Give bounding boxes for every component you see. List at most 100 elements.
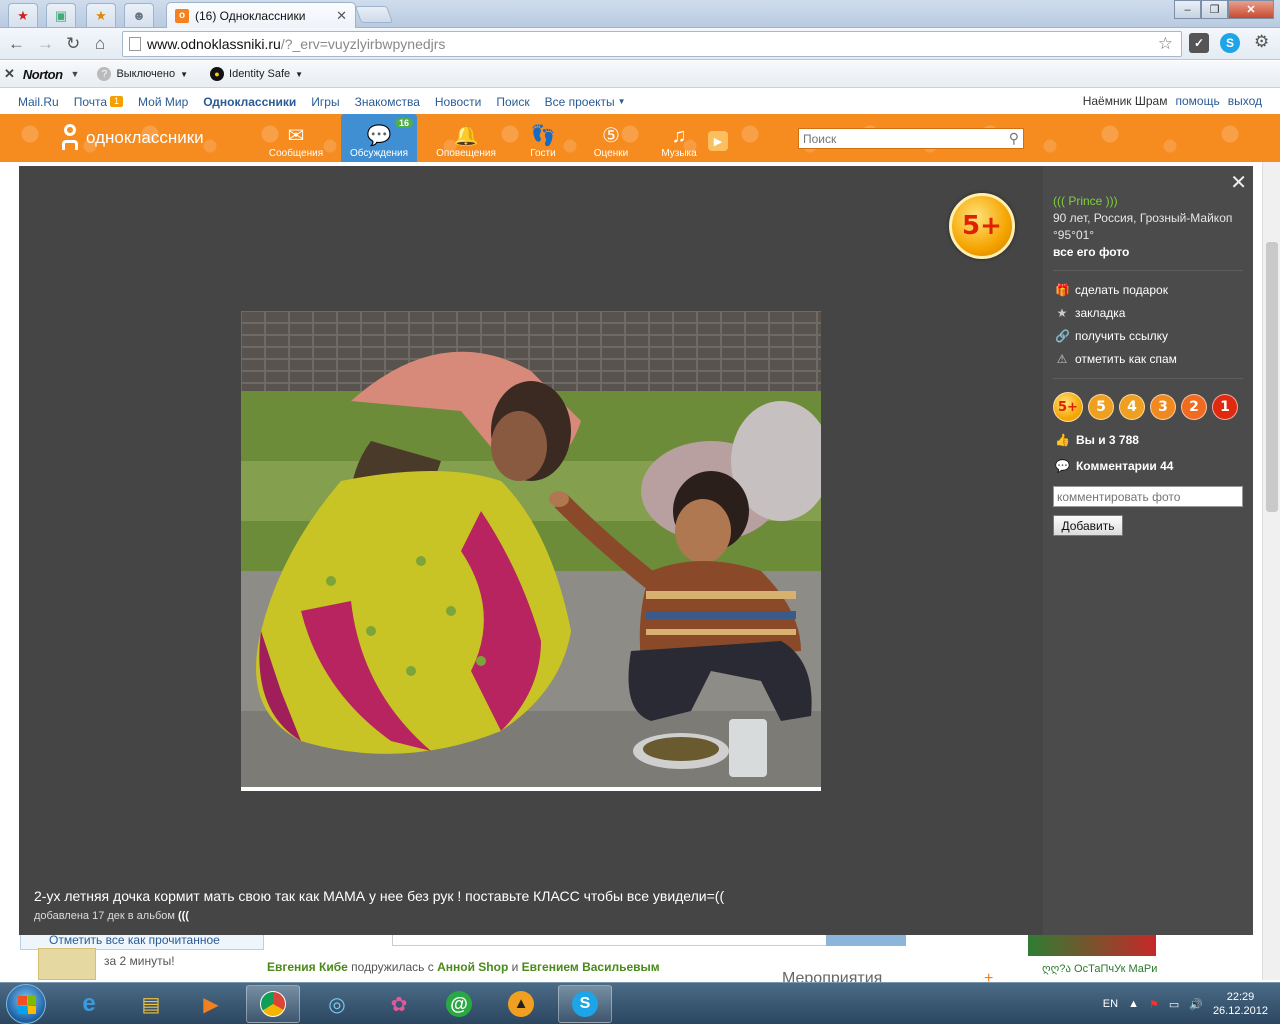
- link-mail[interactable]: Почта 1: [74, 95, 124, 109]
- search-input[interactable]: [803, 131, 1009, 146]
- nav-music[interactable]: ♫ Музыка: [654, 114, 704, 162]
- feed-user-2[interactable]: Анной Shop: [437, 960, 508, 974]
- nav-discussions[interactable]: 💬 16 Обсуждения: [341, 114, 417, 162]
- picasa-icon[interactable]: ✿: [372, 985, 426, 1023]
- browser-toolbar: ← → ↻ ⌂ www.odnoklassniki.ru/?_erv=vuyzl…: [0, 28, 1280, 60]
- show-hidden-icons-icon[interactable]: ▲: [1128, 998, 1139, 1010]
- skype-extension-icon[interactable]: S: [1220, 33, 1240, 53]
- promo-image[interactable]: [38, 948, 96, 980]
- comment-input[interactable]: [1053, 486, 1243, 507]
- feed-user-3[interactable]: Евгением Васильевым: [522, 960, 660, 974]
- photo-viewer: 5+ 2-ух летняя дочка кормит мать свою та…: [19, 166, 1253, 935]
- norton-logo[interactable]: Norton: [23, 67, 63, 82]
- mark-5plus[interactable]: 5+: [1053, 392, 1083, 422]
- feed-text-2: и: [511, 960, 519, 974]
- link-news[interactable]: Новости: [435, 95, 481, 109]
- nav-messages[interactable]: ✉ Сообщения: [262, 114, 330, 162]
- dropdown-caret-icon[interactable]: ▼: [71, 69, 80, 79]
- nav-guests[interactable]: 👣 Гости: [520, 114, 566, 162]
- action-report-spam[interactable]: ⚠ отметить как спам: [1055, 352, 1177, 366]
- action-get-link[interactable]: 🔗 получить ссылку: [1055, 329, 1168, 343]
- search-icon[interactable]: ⚲: [1009, 130, 1023, 147]
- mark-2[interactable]: 2: [1181, 394, 1207, 420]
- bookmark-star-icon[interactable]: ☆: [1158, 34, 1173, 54]
- forward-arrow-icon[interactable]: →: [37, 34, 54, 54]
- start-button[interactable]: [6, 984, 46, 1024]
- back-arrow-icon[interactable]: ←: [8, 34, 25, 54]
- mark-5[interactable]: 5: [1088, 394, 1114, 420]
- address-bar[interactable]: www.odnoklassniki.ru/?_erv=vuyzlyirbwpyn…: [122, 31, 1182, 57]
- username[interactable]: Наёмник Шрам: [1083, 94, 1168, 108]
- divider: [1053, 378, 1243, 379]
- close-tab-icon[interactable]: ✕: [336, 8, 347, 24]
- skype-icon[interactable]: S: [558, 985, 612, 1023]
- author-name[interactable]: ((( Prince ))): [1053, 194, 1118, 208]
- likes-count[interactable]: 👍 Вы и 3 788: [1055, 433, 1139, 447]
- nav-video[interactable]: ▶: [706, 114, 730, 162]
- link-my-world[interactable]: Мой Мир: [138, 95, 188, 109]
- pinned-tab[interactable]: ★: [8, 3, 38, 27]
- scrollbar-thumb[interactable]: [1266, 242, 1278, 512]
- aimp-icon[interactable]: ▲: [494, 985, 548, 1023]
- close-icon[interactable]: ✕: [1230, 170, 1247, 195]
- logout-link[interactable]: выход: [1228, 94, 1262, 108]
- friend-name[interactable]: ღღ?ა ОсТаПчУк МаРи: [1042, 962, 1157, 975]
- all-photos-link[interactable]: все его фото: [1053, 245, 1129, 259]
- volume-icon[interactable]: 🔊: [1189, 998, 1203, 1011]
- network-icon[interactable]: ▭: [1169, 998, 1179, 1011]
- home-icon[interactable]: ⌂: [95, 34, 105, 54]
- pinned-tab[interactable]: ☻: [124, 3, 154, 27]
- help-link[interactable]: помощь: [1175, 94, 1219, 108]
- reload-icon[interactable]: ↻: [66, 34, 80, 54]
- action-report-spam-label: отметить как спам: [1075, 352, 1177, 366]
- new-tab-button[interactable]: [354, 6, 394, 23]
- pinned-tab[interactable]: ★: [86, 3, 116, 27]
- mark-1[interactable]: 1: [1212, 394, 1238, 420]
- site-header: одноклассники ✉ Сообщения 💬 16 Обсуждени…: [0, 114, 1280, 162]
- discussions-count-badge: 16: [394, 118, 413, 128]
- minimize-icon[interactable]: –: [1174, 0, 1201, 19]
- feed-user-1[interactable]: Евгения Кибе: [267, 960, 348, 974]
- mark-4[interactable]: 4: [1119, 394, 1145, 420]
- norton-extension-icon[interactable]: ✓: [1189, 33, 1209, 53]
- language-indicator[interactable]: EN: [1103, 998, 1118, 1010]
- add-comment-button[interactable]: Добавить: [1053, 515, 1123, 536]
- nav-ratings[interactable]: ⑤ Оценки: [586, 114, 636, 162]
- nav-notifications[interactable]: 🔔 Оповещения: [428, 114, 504, 162]
- maximize-icon[interactable]: ❐: [1201, 0, 1228, 19]
- link-dating[interactable]: Знакомства: [355, 95, 420, 109]
- rating-marks: 5+ 5 4 3 2 1: [1053, 392, 1238, 422]
- url-host: www.odnoklassniki.ru: [147, 36, 281, 52]
- action-bookmark[interactable]: ★ закладка: [1055, 306, 1126, 320]
- link-all-projects[interactable]: Все проекты ▼: [545, 95, 626, 109]
- footprints-icon: 👣: [530, 125, 556, 147]
- close-window-icon[interactable]: ✕: [1228, 0, 1274, 19]
- safe-search-status[interactable]: ? Выключено ▼: [97, 67, 188, 81]
- chrome-icon[interactable]: [246, 985, 300, 1023]
- network-app-icon[interactable]: ◎: [310, 985, 364, 1023]
- mark-3[interactable]: 3: [1150, 394, 1176, 420]
- photo[interactable]: [241, 311, 821, 791]
- internet-explorer-icon[interactable]: e: [62, 985, 116, 1023]
- page-scrollbar[interactable]: [1262, 162, 1280, 980]
- active-tab[interactable]: о (16) Одноклассники ✕: [166, 2, 356, 28]
- file-explorer-icon[interactable]: ▤: [124, 985, 178, 1023]
- identity-safe-label: Identity Safe: [229, 68, 291, 80]
- site-logo[interactable]: одноклассники: [60, 124, 204, 152]
- link-odnoklassniki[interactable]: Одноклассники: [203, 95, 296, 109]
- identity-safe-menu[interactable]: ● Identity Safe ▼: [210, 67, 303, 81]
- link-mailru[interactable]: Mail.Ru: [18, 95, 59, 109]
- mail-agent-icon[interactable]: @: [432, 985, 486, 1023]
- url-path: /?_erv=vuyzlyirbwpynedjrs: [280, 36, 446, 52]
- security-flag-icon[interactable]: ⚑: [1149, 998, 1159, 1011]
- action-gift[interactable]: 🎁 сделать подарок: [1055, 283, 1168, 297]
- menu-wrench-icon[interactable]: ⚙: [1254, 32, 1269, 52]
- pinned-tab[interactable]: ▣: [46, 3, 76, 27]
- close-toolbar-icon[interactable]: ✕: [4, 66, 15, 82]
- comments-count[interactable]: 💬 Комментарии 44: [1055, 459, 1173, 473]
- album-link[interactable]: (((: [178, 910, 189, 922]
- link-games[interactable]: Игры: [311, 95, 339, 109]
- media-player-icon[interactable]: ▶: [184, 985, 238, 1023]
- clock[interactable]: 22:29 26.12.2012: [1213, 990, 1268, 1018]
- link-search[interactable]: Поиск: [496, 95, 529, 109]
